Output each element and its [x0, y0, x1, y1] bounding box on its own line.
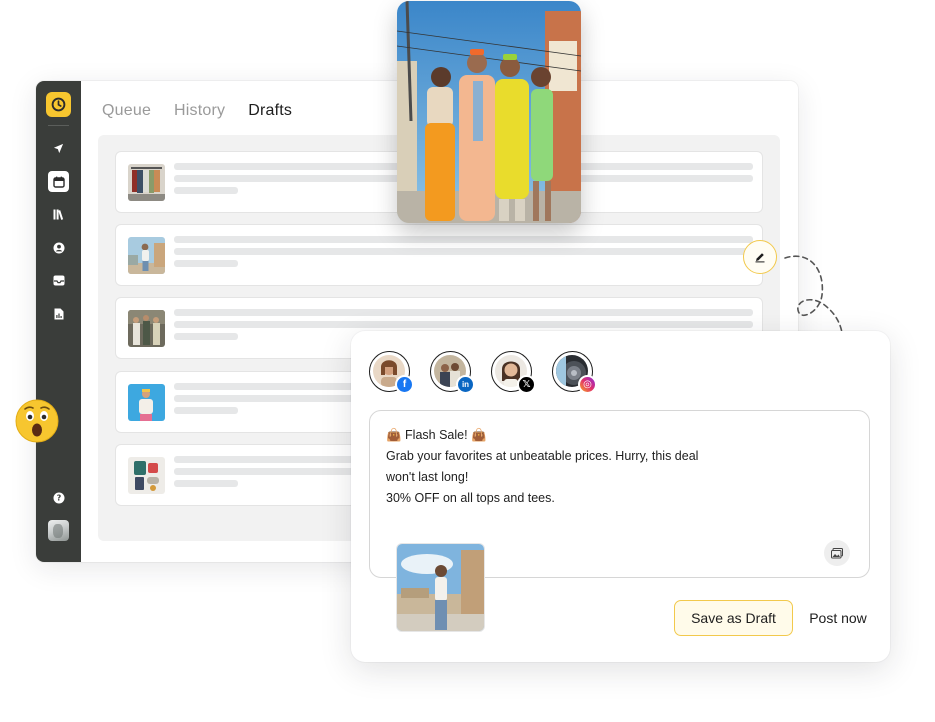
- outfit-flatlay-photo: [128, 457, 165, 494]
- person-in-street-photo: [128, 237, 165, 274]
- facebook-icon: f: [395, 375, 414, 394]
- post-now-button[interactable]: Post now: [802, 600, 874, 636]
- skeleton-line: [174, 309, 753, 316]
- person-blue-sky-photo: [128, 384, 165, 421]
- sidebar-divider: [48, 125, 69, 126]
- tab-drafts[interactable]: Drafts: [248, 102, 292, 120]
- channel-linkedin[interactable]: in: [430, 351, 475, 394]
- post-text-line: won't last long!: [386, 470, 469, 484]
- channel-instagram[interactable]: ◎: [552, 351, 597, 394]
- edit-pencil-icon[interactable]: [743, 240, 777, 274]
- svg-text:?: ?: [56, 493, 61, 502]
- x-icon: 𝕏: [517, 375, 536, 394]
- tab-bar: Queue History Drafts: [102, 102, 292, 120]
- skeleton-line: [174, 236, 753, 243]
- calendar-icon[interactable]: [48, 171, 69, 192]
- skeleton-line: [174, 187, 238, 194]
- post-composer: f in 𝕏 ◎ 👜 Flash Sale! 👜 Grab your favor…: [351, 331, 890, 662]
- tab-history[interactable]: History: [174, 102, 225, 120]
- channel-x[interactable]: 𝕏: [491, 351, 536, 394]
- surprised-emoji-icon: [15, 399, 59, 443]
- report-icon[interactable]: [48, 303, 69, 324]
- draft-row[interactable]: [115, 224, 763, 286]
- post-text-line: Grab your favorites at unbeatable prices…: [386, 449, 699, 463]
- user-icon[interactable]: [48, 237, 69, 258]
- group-of-people-photo: [128, 310, 165, 347]
- send-icon[interactable]: [48, 138, 69, 159]
- skeleton-line: [174, 333, 238, 340]
- tab-queue[interactable]: Queue: [102, 102, 151, 120]
- post-text-line: 👜 Flash Sale! 👜: [386, 428, 487, 442]
- sidebar: ?: [36, 81, 81, 562]
- skeleton-line: [174, 248, 753, 255]
- save-as-draft-button[interactable]: Save as Draft: [674, 600, 793, 636]
- post-text-line: 30% OFF on all tops and tees.: [386, 491, 555, 505]
- app-logo-icon[interactable]: [46, 92, 71, 117]
- attached-photo[interactable]: [396, 543, 485, 632]
- inbox-icon[interactable]: [48, 270, 69, 291]
- library-icon[interactable]: [48, 204, 69, 225]
- add-media-icon[interactable]: [824, 540, 850, 566]
- clothing-rack-photo: [128, 164, 165, 201]
- skeleton-line: [174, 260, 238, 267]
- skeleton-line: [174, 480, 238, 487]
- skeleton-line: [174, 321, 753, 328]
- instagram-icon: ◎: [578, 375, 597, 394]
- featured-photo: [397, 1, 581, 223]
- skeleton-line: [174, 407, 238, 414]
- channel-facebook[interactable]: f: [369, 351, 414, 394]
- user-avatar[interactable]: [48, 520, 69, 541]
- help-icon[interactable]: ?: [48, 487, 69, 508]
- linkedin-icon: in: [456, 375, 475, 394]
